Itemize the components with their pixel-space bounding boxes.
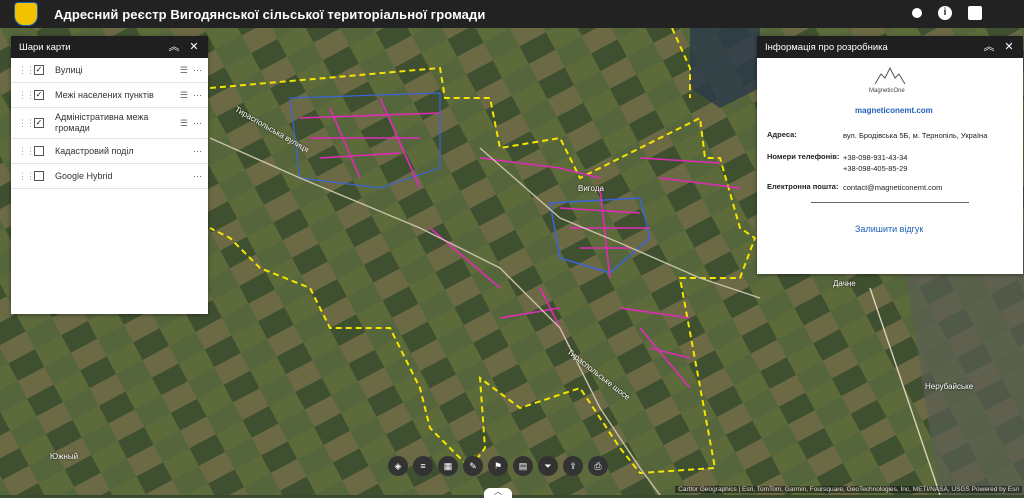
more-options-icon[interactable]: ⋯ [193, 171, 202, 182]
layers-panel: Шари карти ︽ ✕ ⋮⋮ ✓ Вулиці ☰ ⋯ ⋮⋮ ✓ Межі… [11, 36, 208, 314]
feedback-link[interactable]: Залишити відгук [855, 224, 923, 234]
table-icon[interactable]: ▤ [513, 456, 533, 476]
legend-icon[interactable]: ☰ [180, 90, 188, 101]
grid-icon[interactable]: ▦ [438, 456, 458, 476]
attribution-text: Carttor Geographics | Esri, TomTom, Garm… [678, 486, 970, 493]
place-label-vyhoda: Вигода [578, 184, 604, 193]
layer-label: Вулиці [55, 64, 83, 75]
layer-checkbox[interactable] [34, 171, 44, 181]
bookmark-icon[interactable]: ⚑ [488, 456, 508, 476]
collapse-icon[interactable]: ︽ [983, 40, 995, 54]
drag-handle-icon[interactable]: ⋮⋮ [18, 90, 35, 101]
address-value: вул. Бродівська 5Б, м. Тернопіль, Україн… [843, 131, 988, 140]
page-title: Адресний реєстр Вигодянської сільської т… [54, 6, 486, 22]
legend-icon[interactable]: ☰ [180, 118, 188, 129]
divider [811, 202, 969, 203]
phones-label: Номери телефонів: [767, 152, 840, 161]
layer-label: Google Hybrid [55, 170, 113, 181]
place-label-dachne: Дачне [833, 279, 856, 288]
email-value: contact@magneticonemt.com [843, 183, 943, 192]
address-label: Адреса: [767, 130, 797, 139]
map-toolbar: ◈ ≡ ▦ ✎ ⚑ ▤ ⏷ ⇪ ⎙ [388, 456, 608, 476]
layer-item-google-hybrid[interactable]: ⋮⋮ Google Hybrid ⋯ [11, 164, 208, 189]
layer-item-streets[interactable]: ⋮⋮ ✓ Вулиці ☰ ⋯ [11, 58, 208, 83]
magneticone-logo-icon [874, 66, 906, 85]
drag-handle-icon[interactable]: ⋮⋮ [18, 146, 35, 157]
logo-text: MagneticOne [869, 88, 905, 94]
layer-item-admin-boundary[interactable]: ⋮⋮ ✓ Адміністративна межа громади ☰ ⋯ [11, 108, 208, 139]
layer-item-settlement-boundaries[interactable]: ⋮⋮ ✓ Межі населених пунктів ☰ ⋯ [11, 83, 208, 108]
phone-value: +38-098-405-85-29 [843, 164, 908, 173]
collapse-icon[interactable]: ︽ [168, 40, 180, 54]
share-icon[interactable]: ⇪ [563, 456, 583, 476]
filter-icon[interactable]: ⏷ [538, 456, 558, 476]
expand-chevron-icon[interactable]: ︿ [484, 488, 512, 498]
bookmark-icon[interactable] [968, 6, 982, 20]
layer-checkbox[interactable]: ✓ [34, 65, 44, 75]
place-label-yuzhny: Южный [50, 452, 79, 461]
layer-label: Адміністративна межа громади [55, 112, 149, 133]
print-icon[interactable]: ⎙ [588, 456, 608, 476]
place-label-nerubaiske: Нерубайське [925, 382, 974, 391]
developer-info-panel: Інформація про розробника ︽ ✕ MagneticOn… [757, 36, 1023, 274]
layer-item-cadastral[interactable]: ⋮⋮ Кадастровий поділ ⋯ [11, 139, 208, 164]
layers-panel-header: Шари карти ︽ ✕ [11, 36, 208, 58]
more-options-icon[interactable]: ⋯ [193, 65, 202, 76]
app-header: Адресний реєстр Вигодянської сільської т… [0, 0, 1024, 28]
email-label: Електронна пошта: [767, 182, 839, 191]
layers-panel-title: Шари карти [19, 41, 71, 53]
map-attribution: Carttor Geographics | Esri, TomTom, Garm… [675, 486, 1022, 493]
close-icon[interactable]: ✕ [188, 40, 200, 54]
more-options-icon[interactable]: ⋯ [193, 118, 202, 129]
edit-icon[interactable]: ✎ [463, 456, 483, 476]
phone-value: +38-098-931-43-34 [843, 153, 908, 162]
list-icon[interactable]: ≡ [413, 456, 433, 476]
more-options-icon[interactable]: ⋯ [193, 90, 202, 101]
layers-icon[interactable]: ◈ [388, 456, 408, 476]
layer-checkbox[interactable]: ✓ [34, 118, 44, 128]
layer-label: Кадастровий поділ [55, 145, 134, 156]
legend-icon[interactable]: ☰ [180, 65, 188, 76]
info-panel-header: Інформація про розробника ︽ ✕ [757, 36, 1023, 58]
close-icon[interactable]: ✕ [1003, 40, 1015, 54]
website-link[interactable]: magneticonemt.com [855, 106, 933, 115]
info-icon[interactable]: i [938, 6, 952, 20]
eye-icon[interactable] [912, 8, 922, 18]
drag-handle-icon[interactable]: ⋮⋮ [18, 171, 35, 182]
coat-of-arms-logo [14, 2, 38, 26]
layer-label: Межі населених пунктів [55, 89, 154, 100]
layer-checkbox[interactable] [34, 146, 44, 156]
drag-handle-icon[interactable]: ⋮⋮ [18, 65, 35, 76]
info-panel-title: Інформація про розробника [765, 41, 888, 53]
powered-by-link[interactable]: Powered by Esri [972, 486, 1019, 493]
layer-checkbox[interactable]: ✓ [34, 90, 44, 100]
more-options-icon[interactable]: ⋯ [193, 146, 202, 157]
drag-handle-icon[interactable]: ⋮⋮ [18, 118, 35, 129]
